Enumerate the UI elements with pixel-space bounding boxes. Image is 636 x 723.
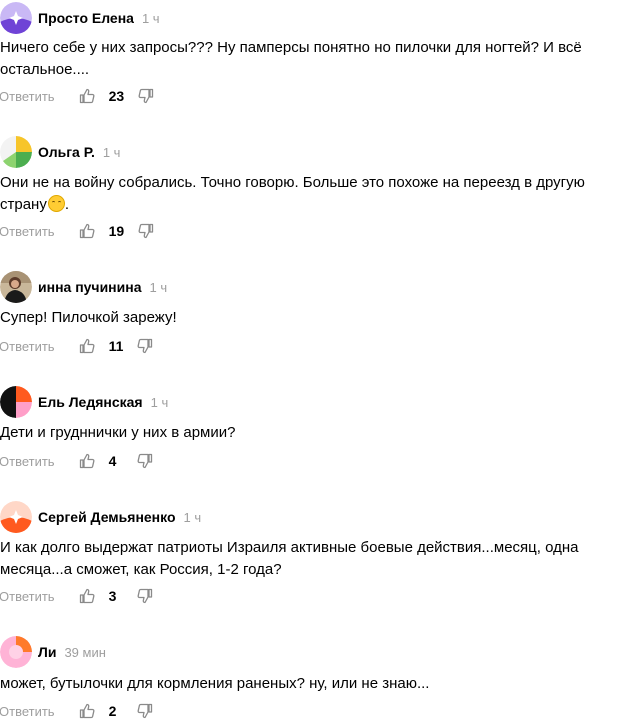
comment-actions: Ответить 19 — [0, 221, 154, 241]
reply-button[interactable]: Ответить — [0, 589, 55, 604]
reply-button[interactable]: Ответить — [0, 704, 55, 719]
thumbs-up-icon[interactable] — [79, 88, 95, 104]
avatar[interactable] — [0, 636, 32, 668]
thumbs-down-icon[interactable] — [137, 338, 153, 354]
reply-button[interactable]: Ответить — [0, 89, 55, 104]
comment-actions: Ответить 4 — [0, 451, 153, 471]
thumbs-down-icon[interactable] — [137, 588, 153, 604]
thumbs-up-icon[interactable] — [79, 338, 95, 354]
author-name[interactable]: Ольга Р. — [38, 144, 95, 160]
avatar[interactable] — [0, 271, 32, 303]
comment-actions: Ответить 3 — [0, 586, 153, 606]
comment-text: И как долго выдержат патриоты Израиля ак… — [0, 539, 579, 578]
comment-text: Супер! Пилочкой зарежу! — [0, 309, 177, 326]
comment-time: 1 ч — [102, 144, 121, 160]
author-name[interactable]: Сергей Демьяненко — [38, 509, 176, 525]
reply-button[interactable]: Ответить — [0, 454, 55, 469]
like-count: 2 — [108, 703, 117, 719]
like-count: 19 — [108, 223, 125, 239]
comment-time: 1 ч — [183, 509, 202, 525]
thumbs-down-icon[interactable] — [137, 703, 153, 719]
comment-text: Дети и грудннички у них в армии? — [0, 424, 236, 441]
avatar[interactable] — [0, 386, 32, 418]
comment-header: Ольга Р. 1 ч — [0, 135, 120, 169]
like-count: 23 — [108, 88, 125, 104]
comment-time: 39 мин — [64, 644, 106, 660]
like-count: 3 — [108, 588, 117, 604]
author-name[interactable]: Ли — [38, 644, 56, 660]
comment-header: Сергей Демьяненко 1 ч — [0, 500, 201, 534]
thumbs-down-icon[interactable] — [137, 453, 153, 469]
avatar[interactable] — [0, 501, 32, 533]
comment-header: инна пучинина 1 ч — [0, 270, 167, 304]
like-count: 11 — [108, 338, 124, 354]
reply-button[interactable]: Ответить — [0, 224, 55, 239]
thumbs-down-icon[interactable] — [138, 223, 154, 239]
comment-text-end: . — [64, 196, 70, 213]
thumbs-down-icon[interactable] — [138, 88, 154, 104]
like-count: 4 — [108, 453, 117, 469]
avatar[interactable] — [0, 136, 32, 168]
comment-text: может, бутылочки для кормления раненых? … — [0, 675, 430, 692]
thumbs-up-icon[interactable] — [79, 703, 95, 719]
reply-button[interactable]: Ответить — [0, 339, 55, 354]
comment-time: 1 ч — [149, 279, 168, 295]
author-name[interactable]: инна пучинина — [38, 279, 141, 295]
comment-text: Они не на войну собрались. Точно говорю.… — [0, 172, 630, 216]
smiling-face-icon — [47, 195, 65, 212]
thumbs-up-icon[interactable] — [79, 453, 95, 469]
author-name[interactable]: Просто Елена — [38, 10, 134, 26]
comment-header: Ель Ледянская 1 ч — [0, 385, 168, 419]
comment-text-body: Они не на войну собрались. Точно говорю.… — [0, 174, 585, 213]
comment-time: 1 ч — [141, 10, 160, 26]
comment-actions: Ответить 2 — [0, 701, 153, 721]
comment-header: Ли 39 мин — [0, 635, 106, 669]
avatar[interactable] — [0, 2, 32, 34]
comment-actions: Ответить 11 — [0, 336, 153, 356]
comment-time: 1 ч — [150, 394, 169, 410]
comment-actions: Ответить 23 — [0, 86, 154, 106]
thumbs-up-icon[interactable] — [79, 223, 95, 239]
author-name[interactable]: Ель Ледянская — [38, 394, 143, 410]
comment-header: Просто Елена 1 ч — [0, 1, 160, 35]
thumbs-up-icon[interactable] — [79, 588, 95, 604]
comment-text: Ничего себе у них запросы??? Ну памперсы… — [0, 39, 582, 78]
